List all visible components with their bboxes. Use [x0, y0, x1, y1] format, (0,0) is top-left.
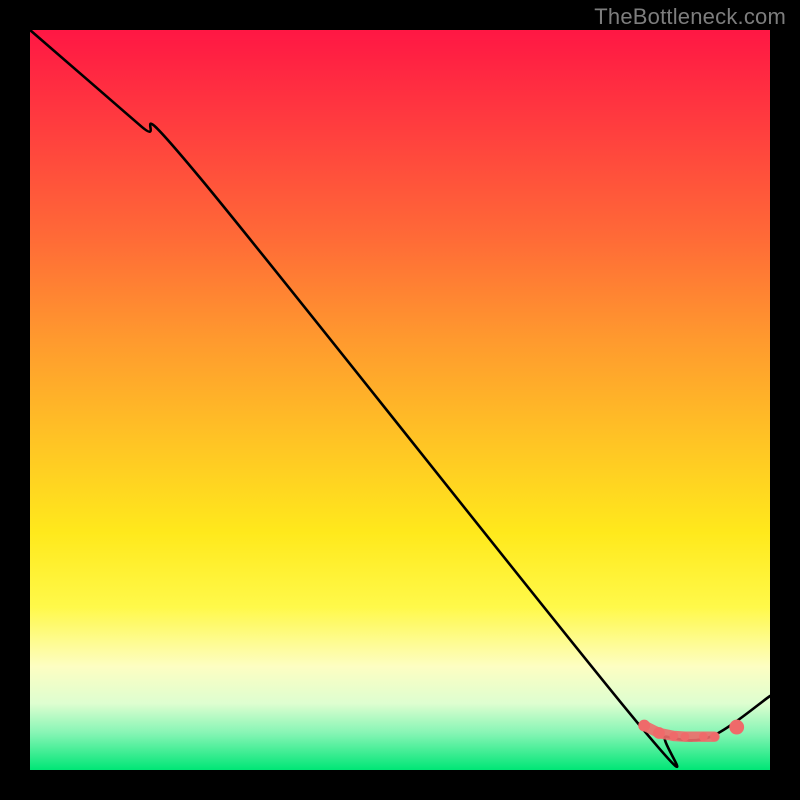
curve-marker [638, 720, 650, 732]
curve-marker [729, 720, 744, 735]
watermark-text: TheBottleneck.com [594, 4, 786, 30]
curve-line [30, 30, 770, 767]
curve-marker [699, 732, 708, 741]
curve-marker [710, 732, 719, 741]
curve-marker [680, 732, 689, 741]
curve-marker [653, 727, 665, 739]
chart-overlay [30, 30, 770, 770]
chart-frame: TheBottleneck.com [0, 0, 800, 800]
curve-marker [669, 732, 678, 741]
